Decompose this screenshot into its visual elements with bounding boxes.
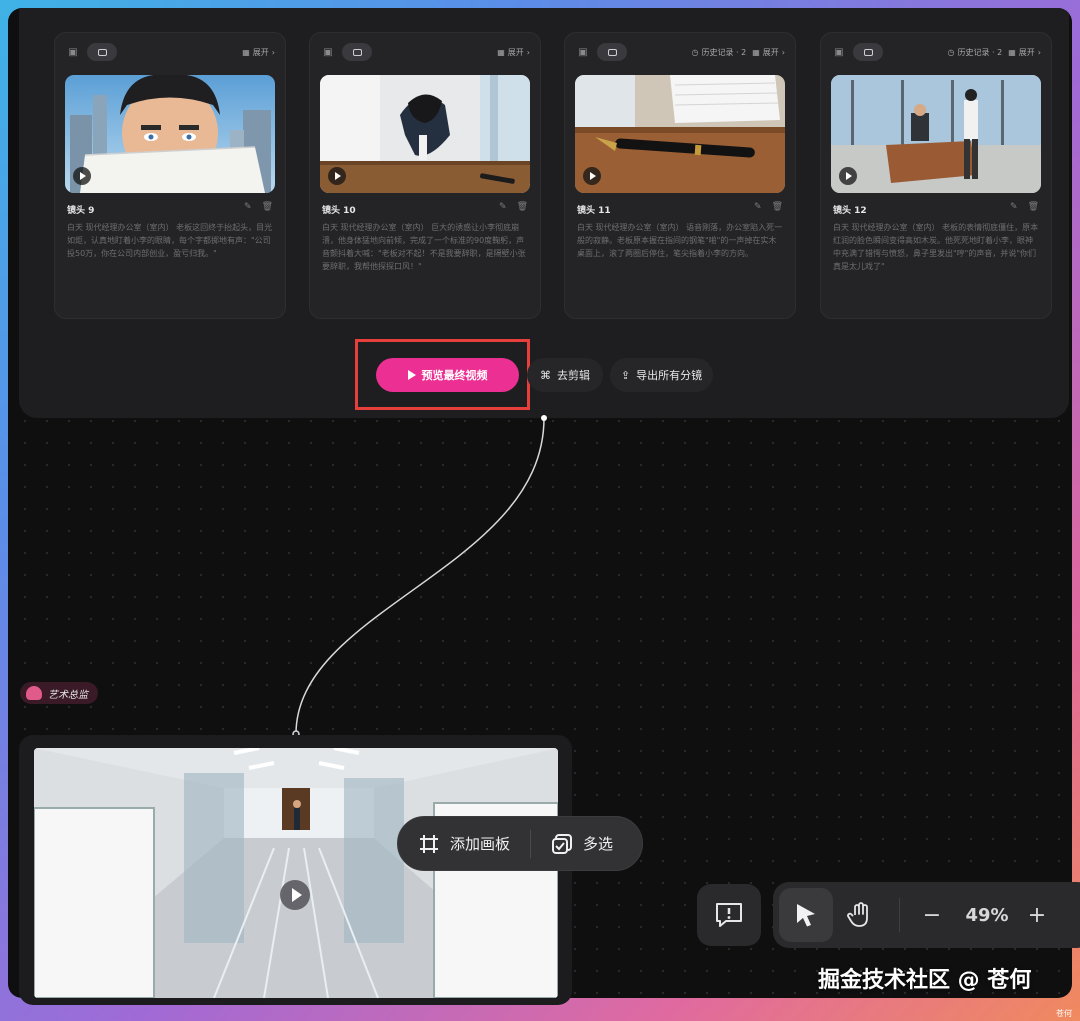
add-board-icon <box>420 834 438 853</box>
flame-icon <box>26 686 42 700</box>
video-preview[interactable] <box>34 748 558 998</box>
upload-icon: ⇪ <box>620 368 631 382</box>
feedback-button[interactable] <box>697 884 761 946</box>
floating-toolbar: 添加画板 多选 <box>397 816 643 871</box>
video-play-icon[interactable] <box>280 880 310 910</box>
feedback-icon <box>716 903 742 927</box>
divider <box>899 898 900 932</box>
hand-tool-button[interactable] <box>833 888 887 942</box>
art-director-tag[interactable]: 艺术总监 <box>20 682 98 704</box>
zoom-in-button[interactable]: + <box>1022 903 1052 928</box>
command-icon: ⌘ <box>540 368 551 382</box>
cursor-arrow-icon <box>797 904 815 927</box>
multi-select-button[interactable]: 多选 <box>531 817 633 870</box>
corner-watermark: 苍何 <box>1056 1009 1072 1018</box>
select-tool-button[interactable] <box>779 888 833 942</box>
export-all-shots-button[interactable]: ⇪ 导出所有分镜 <box>610 358 713 392</box>
hand-pan-icon <box>847 902 868 927</box>
canvas-toolbar: − 49% + <box>773 882 1080 948</box>
multi-select-icon <box>552 833 573 854</box>
watermark: 掘金技术社区 @ 苍何 <box>818 968 1032 993</box>
go-edit-button[interactable]: ⌘ 去剪辑 <box>527 358 603 392</box>
zoom-out-button[interactable]: − <box>912 903 952 928</box>
add-board-button[interactable]: 添加画板 <box>398 817 530 870</box>
highlight-box <box>355 339 530 410</box>
zoom-level: 49% <box>965 904 1009 926</box>
